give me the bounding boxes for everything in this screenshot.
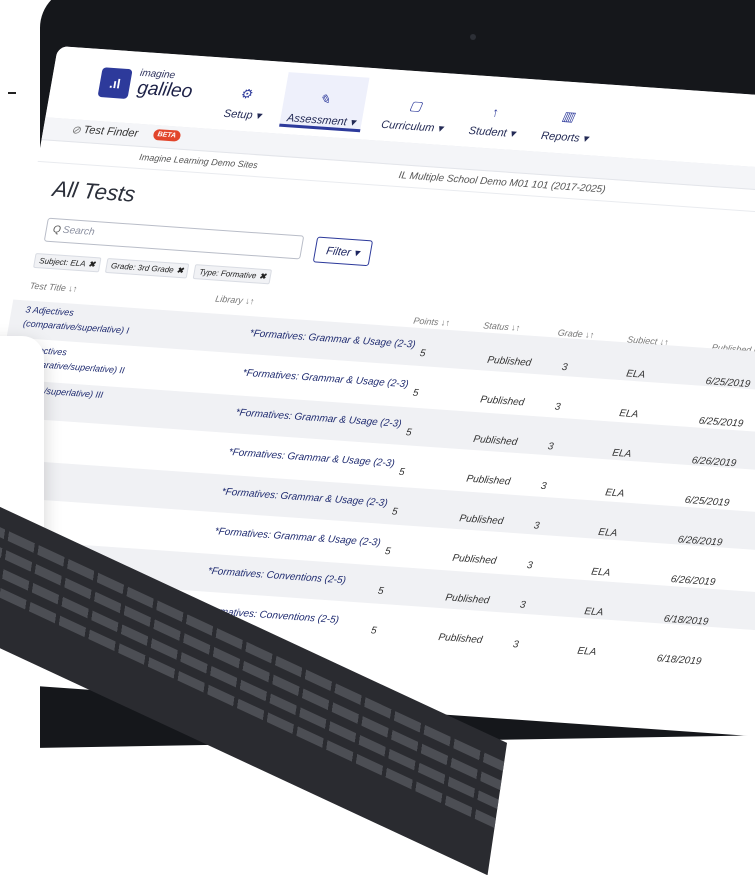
subject-value: ELA <box>604 487 626 500</box>
close-icon[interactable]: ✖ <box>259 272 267 281</box>
status-value: Published <box>458 513 505 528</box>
library-link[interactable]: *Formatives: Grammar & Usage (2-3) <box>249 328 417 350</box>
search-icon: Q <box>51 224 62 236</box>
district-name[interactable]: Imagine Learning Demo Sites <box>139 152 259 170</box>
grade-value: 3 <box>511 639 520 651</box>
library-link[interactable]: *Formatives: Grammar & Usage (2-3) <box>235 407 403 429</box>
beta-badge: BETA <box>152 128 181 142</box>
library-link[interactable]: *Formatives: Grammar & Usage (2-3) <box>214 526 382 548</box>
search-placeholder: Search <box>61 224 96 238</box>
page-title: All Tests <box>50 176 138 207</box>
status-value: Published <box>472 433 519 448</box>
nav-setup[interactable]: ⚙ Setup ▾ <box>217 68 275 123</box>
chip-label: Grade: 3rd Grade <box>110 261 175 275</box>
status-value: Published <box>444 592 491 607</box>
subject-value: ELA <box>618 408 640 421</box>
col-points[interactable]: Points ↓↑ <box>413 316 451 328</box>
test-title-link[interactable]: 3 Adjectives (comparative/superlative) I <box>22 302 167 339</box>
grade-value: 3 <box>539 480 548 493</box>
status-value: Published <box>437 632 484 646</box>
logo-text-big: galileo <box>135 77 195 103</box>
grade-value: 3 <box>518 599 527 611</box>
status-value: Published <box>486 354 533 369</box>
points-value: 5 <box>369 625 378 637</box>
close-icon[interactable]: ✖ <box>176 266 184 275</box>
points-value: 5 <box>376 585 385 597</box>
camera-icon <box>470 34 476 40</box>
points-value: 5 <box>383 546 392 558</box>
close-icon[interactable]: ✖ <box>88 260 96 269</box>
test-finder-title[interactable]: Test Finder <box>83 124 140 140</box>
nav-reports[interactable]: ▥ Reports ▾ <box>534 90 602 146</box>
grade-value: 3 <box>553 401 562 413</box>
nav-student[interactable]: ↑ Student ▾ <box>462 85 529 141</box>
search-input[interactable]: Q Search <box>43 217 305 260</box>
chip-type[interactable]: Type: Formative✖ <box>192 264 273 285</box>
subject-value: ELA <box>625 368 647 381</box>
status-value: Published <box>451 552 498 567</box>
points-value: 5 <box>411 387 420 399</box>
points-value: 5 <box>418 348 427 360</box>
nav-label: Assessment ▾ <box>285 112 357 129</box>
status-value: Published <box>465 473 512 488</box>
galileo-logo-icon[interactable]: .ıl <box>97 67 133 99</box>
chip-grade[interactable]: Grade: 3rd Grade✖ <box>104 257 190 279</box>
points-value: 5 <box>390 506 399 518</box>
subject-value: ELA <box>597 526 619 540</box>
chip-label: Type: Formative <box>198 267 258 281</box>
nav-curriculum[interactable]: ▢ Curriculum ▾ <box>374 79 457 136</box>
decor-tick <box>8 92 16 94</box>
subject-value: ELA <box>583 606 605 619</box>
subject-value: ELA <box>590 566 612 579</box>
status-value: Published <box>479 394 526 409</box>
points-value: 5 <box>397 466 406 479</box>
chart-icon: ▥ <box>560 108 576 125</box>
library-link[interactable]: *Formatives: Grammar & Usage (2-3) <box>242 368 410 390</box>
gear-icon: ⚙ <box>239 85 254 102</box>
nav-assessment[interactable]: ✎ Assessment ▾ <box>279 72 370 133</box>
nav-label: Setup ▾ <box>222 107 263 123</box>
published-date-value: 6/18/2019 <box>655 653 703 668</box>
book-icon: ▢ <box>408 97 424 114</box>
grade-value: 3 <box>560 361 569 374</box>
grade-value: 3 <box>546 441 555 453</box>
chip-label: Subject: ELA <box>38 256 87 269</box>
col-status[interactable]: Status ↓↑ <box>483 320 522 332</box>
filter-button[interactable]: Filter ▾ <box>312 236 374 267</box>
edit-document-icon: ✎ <box>318 91 332 108</box>
pin-icon[interactable]: ⊘ <box>70 123 81 137</box>
points-value: 5 <box>404 427 413 439</box>
grade-value: 3 <box>532 520 541 532</box>
library-link[interactable]: *Formatives: Grammar & Usage (2-3) <box>221 487 389 509</box>
nav-label: Student ▾ <box>467 124 517 141</box>
subject-value: ELA <box>576 645 598 658</box>
col-library[interactable]: Library ↓↑ <box>215 294 256 307</box>
chip-subject[interactable]: Subject: ELA✖ <box>33 252 102 273</box>
library-link[interactable]: *Formatives: Grammar & Usage (2-3) <box>228 447 396 469</box>
subject-value: ELA <box>611 447 633 460</box>
nav-label: Curriculum ▾ <box>380 118 444 135</box>
nav-label: Reports ▾ <box>540 129 590 146</box>
library-link[interactable]: *Formatives: Conventions (2-5) <box>207 566 347 587</box>
grade-value: 3 <box>525 560 534 572</box>
student-icon: ↑ <box>491 104 501 120</box>
col-test-title[interactable]: Test Title ↓↑ <box>29 281 78 294</box>
